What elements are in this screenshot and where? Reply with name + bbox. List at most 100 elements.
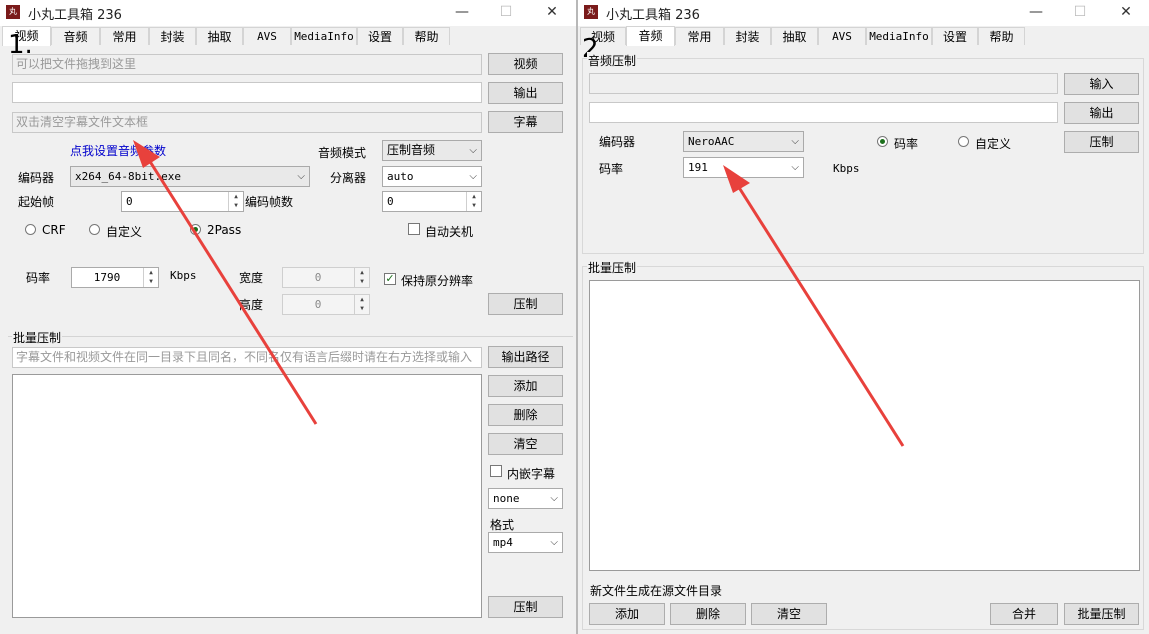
tab-settings[interactable]: 设置: [357, 27, 403, 45]
window-title: 小丸工具箱 236: [28, 8, 122, 23]
tab-mediainfo[interactable]: MediaInfo: [866, 27, 932, 45]
bitrate-radio[interactable]: [877, 136, 888, 147]
output-field[interactable]: [12, 82, 482, 103]
tab-settings[interactable]: 设置: [932, 27, 978, 45]
dropdown-arrow-icon: ⌵: [791, 136, 799, 147]
audio-mode-select[interactable]: 压制音频 ⌵: [382, 140, 482, 161]
dropdown-arrow-icon: ⌵: [297, 171, 305, 182]
dropdown-arrow-icon: ⌵: [469, 171, 477, 182]
embed-subtitle-checkbox[interactable]: [490, 465, 502, 477]
start-frame-input[interactable]: 0 ▲ ▼: [121, 191, 244, 212]
keep-resolution-checkbox[interactable]: ✓: [384, 273, 396, 285]
audio-encoder-select[interactable]: NeroAAC ⌵: [683, 131, 804, 152]
custom-radio[interactable]: [89, 224, 100, 235]
batch-file-list[interactable]: [12, 374, 482, 618]
spinner-icon[interactable]: ▲ ▼: [354, 268, 369, 287]
subtitle-lang-select[interactable]: none ⌵: [488, 488, 563, 509]
audio-output-field[interactable]: [589, 102, 1058, 123]
bitrate-label: 码率: [599, 162, 624, 176]
dropdown-arrow-icon: ⌵: [550, 493, 558, 504]
clear-button[interactable]: 清空: [751, 603, 827, 625]
left-titlebar: 丸 小丸工具箱 236 — ☐ ✕: [0, 0, 576, 26]
minimize-icon[interactable]: —: [1022, 2, 1050, 22]
new-file-note: 新文件生成在源文件目录: [590, 584, 723, 598]
width-label: 宽度: [239, 271, 264, 285]
bitrate-input[interactable]: 1790 ▲ ▼: [71, 267, 159, 288]
subtitle-field[interactable]: 双击清空字幕文件文本框: [12, 112, 482, 133]
dropdown-arrow-icon: ⌵: [791, 162, 799, 173]
audio-bitrate-select[interactable]: 191 ⌵: [683, 157, 804, 178]
spinner-icon[interactable]: ▲ ▼: [354, 295, 369, 314]
audio-mode-label: 音频模式: [318, 146, 367, 160]
video-drop-field[interactable]: 可以把文件拖拽到这里: [12, 54, 482, 75]
2pass-radio[interactable]: [190, 224, 201, 235]
audio-input-field[interactable]: [589, 73, 1058, 94]
splitter-label: 分离器: [330, 171, 367, 185]
kbps-label: Kbps: [170, 269, 197, 282]
batch-file-list[interactable]: [589, 280, 1140, 571]
tab-help[interactable]: 帮助: [403, 27, 450, 45]
encode-button[interactable]: 压制: [488, 293, 563, 315]
delete-button[interactable]: 删除: [670, 603, 746, 625]
tab-mux[interactable]: 封装: [724, 27, 771, 45]
close-icon[interactable]: ✕: [538, 2, 566, 22]
width-input[interactable]: 0 ▲ ▼: [282, 267, 370, 288]
batch-subtitle-hint[interactable]: 字幕文件和视频文件在同一目录下且同名，不同名仅有语言后缀时请在右方选择或输入: [12, 347, 482, 368]
batch-group-title: 批量压制: [12, 329, 63, 346]
height-input[interactable]: 0 ▲ ▼: [282, 294, 370, 315]
minimize-icon[interactable]: —: [448, 2, 476, 22]
app-icon: 丸: [584, 5, 598, 19]
group-divider: [8, 336, 573, 337]
close-icon[interactable]: ✕: [1112, 2, 1140, 22]
encode-frames-input[interactable]: 0 ▲ ▼: [382, 191, 482, 212]
batch-group-title: 批量压制: [587, 259, 638, 276]
encode-frames-label: 编码帧数: [245, 195, 294, 209]
custom-radio[interactable]: [958, 136, 969, 147]
output-button[interactable]: 输出: [1064, 102, 1139, 124]
right-titlebar: 丸 小丸工具箱 236 — ☐ ✕: [578, 0, 1149, 26]
tab-audio[interactable]: 音频: [51, 27, 100, 45]
maximize-icon[interactable]: ☐: [1066, 2, 1094, 22]
video-button[interactable]: 视频: [488, 53, 563, 75]
audio-settings-link[interactable]: 点我设置音频参数: [70, 142, 166, 159]
auto-shutdown-label: 自动关机: [425, 225, 474, 239]
input-button[interactable]: 输入: [1064, 73, 1139, 95]
dropdown-arrow-icon: ⌵: [469, 145, 477, 156]
format-select[interactable]: mp4 ⌵: [488, 532, 563, 553]
dropdown-arrow-icon: ⌵: [550, 537, 558, 548]
subtitle-button[interactable]: 字幕: [488, 111, 563, 133]
spinner-icon[interactable]: ▲ ▼: [466, 192, 481, 211]
tab-help[interactable]: 帮助: [978, 27, 1025, 45]
auto-shutdown-checkbox[interactable]: [408, 223, 420, 235]
add-button[interactable]: 添加: [589, 603, 665, 625]
2pass-label: 2Pass: [207, 223, 242, 237]
add-button[interactable]: 添加: [488, 375, 563, 397]
spinner-icon[interactable]: ▲ ▼: [228, 192, 243, 211]
output-path-button[interactable]: 输出路径: [488, 346, 563, 368]
batch-encode-button[interactable]: 批量压制: [1064, 603, 1139, 625]
app-icon: 丸: [6, 5, 20, 19]
merge-button[interactable]: 合并: [990, 603, 1058, 625]
tab-audio[interactable]: 音频: [626, 26, 675, 46]
tab-common[interactable]: 常用: [675, 27, 724, 45]
crf-radio[interactable]: [25, 224, 36, 235]
batch-encode-button[interactable]: 压制: [488, 596, 563, 618]
spinner-icon[interactable]: ▲ ▼: [143, 268, 158, 287]
tab-extract[interactable]: 抽取: [196, 27, 243, 45]
tab-extract[interactable]: 抽取: [771, 27, 818, 45]
maximize-icon[interactable]: ☐: [492, 2, 520, 22]
splitter-select[interactable]: auto ⌵: [382, 166, 482, 187]
clear-button[interactable]: 清空: [488, 433, 563, 455]
format-label: 格式: [490, 518, 515, 532]
tab-mux[interactable]: 封装: [149, 27, 196, 45]
encode-button[interactable]: 压制: [1064, 131, 1139, 153]
tab-avs[interactable]: AVS: [243, 27, 291, 45]
output-button[interactable]: 输出: [488, 82, 563, 104]
tab-avs[interactable]: AVS: [818, 27, 866, 45]
tab-common[interactable]: 常用: [100, 27, 149, 45]
right-window: 丸 小丸工具箱 236 — ☐ ✕ 视频 音频 常用 封装 抽取 AVS Med…: [578, 0, 1149, 634]
encoder-select[interactable]: x264_64-8bit.exe ⌵: [70, 166, 310, 187]
delete-button[interactable]: 删除: [488, 404, 563, 426]
height-label: 高度: [239, 298, 264, 312]
tab-mediainfo[interactable]: MediaInfo: [291, 27, 357, 45]
